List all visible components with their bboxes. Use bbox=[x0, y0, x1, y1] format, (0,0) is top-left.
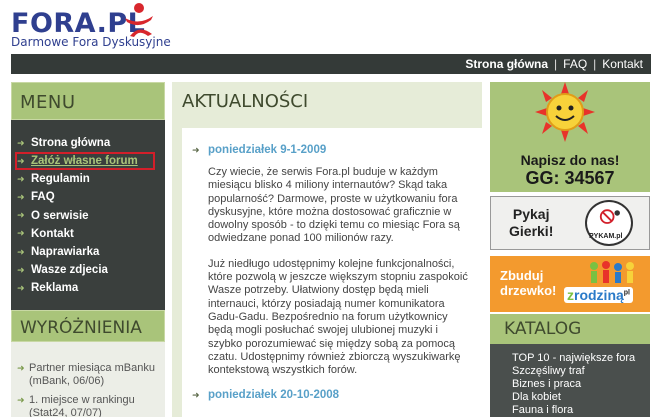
menu-item-ads[interactable]: ➜ Reklama bbox=[17, 279, 165, 297]
news-date[interactable]: ➜ poniedziałek 20-10-2008 bbox=[192, 389, 472, 401]
pykaj-line: Gierki! bbox=[509, 223, 554, 239]
arrow-right-icon: ➜ bbox=[17, 155, 25, 166]
menu-item-faq[interactable]: ➜ FAQ bbox=[17, 188, 165, 206]
rodzina-logo-pl: pl bbox=[623, 289, 631, 297]
logo-figure-icon bbox=[125, 3, 153, 37]
gg-banner-title: Napisz do nas! bbox=[520, 152, 620, 168]
arrow-right-icon: ➜ bbox=[17, 173, 25, 184]
arrow-right-icon: ➜ bbox=[17, 282, 25, 293]
news-paragraph: Czy wiecie, że serwis Fora.pl buduje w k… bbox=[208, 166, 460, 245]
catalog-item[interactable]: Fauna i flora bbox=[512, 404, 650, 417]
arrow-right-icon: ➜ bbox=[17, 228, 25, 239]
pykaj-line: Pykaj bbox=[512, 206, 550, 222]
right-column: Napisz do nas! GG: 34567 Pykaj Gierki! P… bbox=[490, 82, 650, 417]
rodzina-banner-text: Zbuduj drzewko! bbox=[500, 268, 556, 298]
arrow-right-icon: ➜ bbox=[17, 395, 25, 405]
menu-item-home[interactable]: ➜ Strona główna bbox=[17, 134, 165, 152]
pykaj-gierki-banner[interactable]: Pykaj Gierki! PYKAM.pl bbox=[490, 196, 650, 250]
award-item: ➜ Partner miesiąca mBanku (mBank, 06/06) bbox=[17, 362, 161, 388]
catalog-item[interactable]: Biznes i praca bbox=[512, 378, 650, 391]
menu-item-label: Strona główna bbox=[31, 137, 111, 150]
arrow-right-icon: ➜ bbox=[17, 264, 25, 275]
news-heading: AKTUALNOŚCI bbox=[182, 91, 309, 112]
arrow-right-icon: ➜ bbox=[192, 144, 200, 155]
site-header: FORA.PL Darmowe Fora Dyskusyjne bbox=[0, 0, 662, 54]
menu-item-label: Kontakt bbox=[31, 227, 74, 240]
menu-item-create-forum[interactable]: ➜ Załóż własne forum bbox=[15, 152, 155, 171]
catalog-item[interactable]: TOP 10 - największe fora bbox=[512, 352, 650, 365]
topnav-home-link[interactable]: Strona główna bbox=[465, 57, 548, 71]
catalog-item[interactable]: Szczęśliwy traf bbox=[512, 365, 650, 378]
award-title: 1. miejsce w rankingu bbox=[29, 394, 135, 406]
family-figures-icon bbox=[590, 261, 634, 283]
award-source: (Stat24, 07/07) bbox=[29, 407, 102, 417]
menu-item-repair[interactable]: ➜ Naprawiarka bbox=[17, 243, 165, 261]
menu-item-contact[interactable]: ➜ Kontakt bbox=[17, 225, 165, 243]
top-navigation: Strona główna | FAQ | Kontakt bbox=[11, 54, 651, 74]
news-paragraph: Już niedługo udostępnimy kolejne funkcjo… bbox=[208, 257, 468, 377]
pykam-logo-text: PYKAM.pl bbox=[589, 233, 623, 240]
pykaj-banner-text: Pykaj Gierki! bbox=[509, 206, 553, 240]
rodzina-logo: zrodzinąpl bbox=[564, 287, 634, 303]
menu-item-about[interactable]: ➜ O serwisie bbox=[17, 207, 165, 225]
arrow-right-icon: ➜ bbox=[17, 363, 25, 373]
menu-item-label: Wasze zdjecia bbox=[31, 264, 108, 277]
menu-item-label: Naprawiarka bbox=[31, 246, 100, 259]
rodzina-line: Zbuduj bbox=[500, 268, 544, 283]
catalog-list: TOP 10 - największe fora Szczęśliwy traf… bbox=[490, 344, 650, 417]
topnav-separator: | bbox=[593, 57, 597, 71]
catalog-heading: KATALOG bbox=[490, 314, 650, 344]
topnav-faq-link[interactable]: FAQ bbox=[563, 57, 587, 71]
rodzina-line: drzewko! bbox=[500, 283, 557, 298]
news-date-label: poniedziałek 20-10-2008 bbox=[208, 389, 340, 402]
arrow-right-icon: ➜ bbox=[192, 389, 200, 400]
awards-list: ➜ Partner miesiąca mBanku (mBank, 06/06) … bbox=[11, 342, 165, 417]
award-source: (mBank, 06/06) bbox=[29, 375, 105, 387]
rodzina-banner[interactable]: Zbuduj drzewko! zrodzinąpl bbox=[490, 256, 650, 312]
gg-banner-number: GG: 34567 bbox=[525, 168, 615, 188]
menu-item-label: Regulamin bbox=[31, 173, 90, 186]
arrow-right-icon: ➜ bbox=[17, 191, 25, 202]
rodzina-logo-z: z bbox=[567, 287, 574, 303]
arrow-right-icon: ➜ bbox=[17, 246, 25, 257]
topnav-contact-link[interactable]: Kontakt bbox=[602, 57, 643, 71]
menu-item-label: O serwisie bbox=[31, 209, 89, 222]
left-column: MENU ➜ Strona główna ➜ Załóż własne forum … bbox=[11, 82, 165, 417]
sun-smiley-icon bbox=[535, 82, 595, 142]
arrow-right-icon: ➜ bbox=[17, 210, 25, 221]
award-item: ➜ 1. miejsce w rankingu (Stat24, 07/07) bbox=[17, 394, 161, 417]
news-list: ➜ poniedziałek 9-1-2009 Czy wiecie, że se… bbox=[182, 128, 482, 417]
center-column: AKTUALNOŚCI ➜ poniedziałek 9-1-2009 Czy w… bbox=[172, 82, 482, 417]
topnav-separator: | bbox=[554, 57, 558, 71]
menu-item-label: FAQ bbox=[31, 191, 55, 204]
gg-contact-banner[interactable]: Napisz do nas! GG: 34567 bbox=[490, 82, 650, 192]
main-menu: ➜ Strona główna ➜ Załóż własne forum ➜ Regu… bbox=[11, 120, 165, 298]
menu-heading: MENU bbox=[11, 82, 165, 120]
awards-heading: WYRÓŻNIENIA bbox=[11, 310, 165, 342]
logo-subtitle: Darmowe Fora Dyskusyjne bbox=[11, 35, 171, 49]
news-date-label: poniedziałek 9-1-2009 bbox=[208, 144, 327, 156]
menu-item-photos[interactable]: ➜ Wasze zdjecia bbox=[17, 261, 165, 279]
menu-item-label: Reklama bbox=[31, 282, 79, 295]
award-title: Partner miesiąca mBanku bbox=[29, 362, 155, 374]
rodzina-logo-word: rodziną bbox=[574, 287, 624, 303]
news-date[interactable]: ➜ poniedziałek 9-1-2009 bbox=[192, 144, 472, 156]
arrow-right-icon: ➜ bbox=[17, 137, 25, 148]
menu-item-rules[interactable]: ➜ Regulamin bbox=[17, 170, 165, 188]
catalog-item[interactable]: Dla kobiet bbox=[512, 391, 650, 404]
menu-item-label: Załóż własne forum bbox=[31, 155, 138, 168]
